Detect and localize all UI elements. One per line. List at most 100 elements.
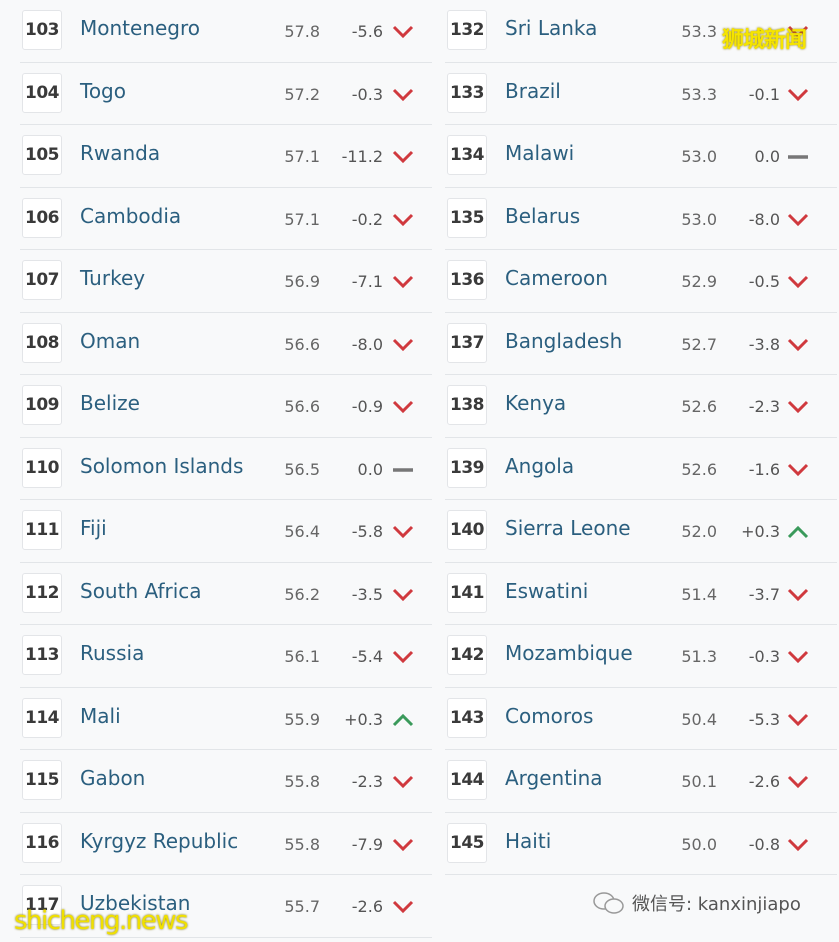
country-name[interactable]: Cambodia — [80, 204, 181, 228]
rank-badge: 142 — [447, 635, 487, 675]
score-change: -0.1 — [748, 84, 780, 104]
ranking-list-right: 132 Sri Lanka 53.3 133 Brazil 53.3 -0.1 134 Mala… — [445, 0, 837, 875]
trend-down-icon — [787, 587, 809, 603]
rank-badge: 143 — [447, 697, 487, 738]
country-name[interactable]: Oman — [80, 329, 140, 353]
trend-up-icon — [392, 712, 414, 728]
country-name[interactable]: Brazil — [505, 79, 561, 103]
country-name[interactable]: Bangladesh — [505, 329, 622, 353]
country-name[interactable]: Mali — [80, 704, 121, 728]
table-row[interactable]: 137 Bangladesh 52.7 -3.8 — [445, 313, 837, 375]
trend-down-icon — [787, 87, 809, 103]
score-change: -2.6 — [748, 772, 780, 791]
score-change: -8.0 — [748, 209, 780, 229]
country-name[interactable]: Montenegro — [80, 16, 200, 40]
table-row[interactable]: 142 Mozambique 51.3 -0.3 — [445, 625, 837, 688]
table-row[interactable]: 141 Eswatini 51.4 -3.7 — [445, 563, 837, 625]
table-row[interactable]: 111 Fiji 56.4 -5.8 — [20, 500, 432, 563]
country-name[interactable]: Togo — [80, 79, 126, 103]
score: 52.9 — [681, 272, 717, 291]
score-change: -2.6 — [351, 897, 383, 916]
rank-badge: 109 — [22, 385, 62, 425]
table-row[interactable]: 104 Togo 57.2 -0.3 — [20, 63, 432, 125]
table-row[interactable]: 103 Montenegro 57.8 -5.6 — [20, 0, 432, 63]
table-row[interactable]: 106 Cambodia 57.1 -0.2 — [20, 188, 432, 250]
score: 55.8 — [284, 772, 320, 791]
trend-down-icon — [392, 24, 414, 40]
trend-down-icon — [392, 899, 414, 915]
country-name[interactable]: Malawi — [505, 141, 574, 165]
table-row[interactable]: 138 Kenya 52.6 -2.3 — [445, 375, 837, 438]
score-change: -0.3 — [351, 84, 383, 104]
rank-badge: 104 — [22, 72, 62, 113]
country-name[interactable]: Cameroon — [505, 266, 608, 290]
country-name[interactable]: Solomon Islands — [80, 454, 243, 478]
score: 56.4 — [284, 522, 320, 541]
table-row[interactable]: 105 Rwanda 57.1 -11.2 — [20, 125, 432, 188]
trend-down-icon — [787, 212, 809, 228]
table-row[interactable]: 112 South Africa 56.2 -3.5 — [20, 563, 432, 625]
country-name[interactable]: Angola — [505, 454, 574, 478]
country-name[interactable]: Haiti — [505, 829, 551, 853]
table-row[interactable]: 140 Sierra Leone 52.0 +0.3 — [445, 500, 837, 563]
table-row[interactable]: 143 Comoros 50.4 -5.3 — [445, 688, 837, 750]
score-change: -5.3 — [748, 709, 780, 729]
score: 56.9 — [284, 272, 320, 291]
trend-flat-icon — [787, 149, 809, 165]
score: 51.3 — [681, 647, 717, 666]
rank-badge: 110 — [22, 447, 62, 488]
trend-down-icon — [392, 274, 414, 290]
table-row[interactable]: 135 Belarus 53.0 -8.0 — [445, 188, 837, 250]
table-row[interactable]: 113 Russia 56.1 -5.4 — [20, 625, 432, 688]
country-name[interactable]: South Africa — [80, 579, 202, 603]
score-change: -3.7 — [748, 584, 780, 604]
country-name[interactable]: Mozambique — [505, 641, 633, 665]
score: 52.6 — [681, 459, 717, 479]
table-row[interactable]: 145 Haiti 50.0 -0.8 — [445, 813, 837, 875]
table-row[interactable]: 115 Gabon 55.8 -2.3 — [20, 750, 432, 813]
trend-down-icon — [787, 337, 809, 353]
score: 57.2 — [284, 84, 320, 104]
country-name[interactable]: Turkey — [80, 266, 145, 290]
trend-down-icon — [787, 649, 809, 665]
table-row[interactable]: 116 Kyrgyz Republic 55.8 -7.9 — [20, 813, 432, 875]
table-row[interactable]: 144 Argentina 50.1 -2.6 — [445, 750, 837, 813]
rank-badge: 134 — [447, 135, 487, 175]
rank-badge: 113 — [22, 635, 62, 675]
country-name[interactable]: Sierra Leone — [505, 516, 631, 540]
country-name[interactable]: Fiji — [80, 516, 107, 540]
trend-down-icon — [392, 837, 414, 853]
country-name[interactable]: Kyrgyz Republic — [80, 829, 238, 853]
score: 52.0 — [681, 522, 717, 541]
table-row[interactable]: 139 Angola 52.6 -1.6 — [445, 438, 837, 500]
country-name[interactable]: Rwanda — [80, 141, 160, 165]
country-name[interactable]: Sri Lanka — [505, 16, 597, 40]
rank-badge: 111 — [22, 510, 62, 550]
rank-badge: 106 — [22, 197, 62, 238]
country-name[interactable]: Belarus — [505, 204, 580, 228]
table-row[interactable]: 108 Oman 56.6 -8.0 — [20, 313, 432, 375]
table-row[interactable]: 110 Solomon Islands 56.5 0.0 — [20, 438, 432, 500]
country-name[interactable]: Gabon — [80, 766, 145, 790]
score-change: +0.3 — [741, 522, 780, 541]
table-row[interactable]: 133 Brazil 53.3 -0.1 — [445, 63, 837, 125]
table-row[interactable]: 136 Cameroon 52.9 -0.5 — [445, 250, 837, 313]
rank-badge: 137 — [447, 322, 487, 363]
country-name[interactable]: Kenya — [505, 391, 566, 415]
score-change: -0.9 — [351, 397, 383, 416]
country-name[interactable]: Comoros — [505, 704, 593, 728]
table-row[interactable]: 114 Mali 55.9 +0.3 — [20, 688, 432, 750]
trend-down-icon — [392, 337, 414, 353]
country-name[interactable]: Eswatini — [505, 579, 588, 603]
country-name[interactable]: Argentina — [505, 766, 603, 790]
score-change: -1.6 — [748, 459, 780, 479]
country-name[interactable]: Russia — [80, 641, 144, 665]
table-row[interactable]: 109 Belize 56.6 -0.9 — [20, 375, 432, 438]
table-row[interactable]: 107 Turkey 56.9 -7.1 — [20, 250, 432, 313]
rank-badge: 141 — [447, 572, 487, 613]
score: 53.0 — [681, 147, 717, 166]
rank-badge: 135 — [447, 197, 487, 238]
table-row[interactable]: 134 Malawi 53.0 0.0 — [445, 125, 837, 188]
score: 53.3 — [681, 84, 717, 104]
country-name[interactable]: Belize — [80, 391, 140, 415]
